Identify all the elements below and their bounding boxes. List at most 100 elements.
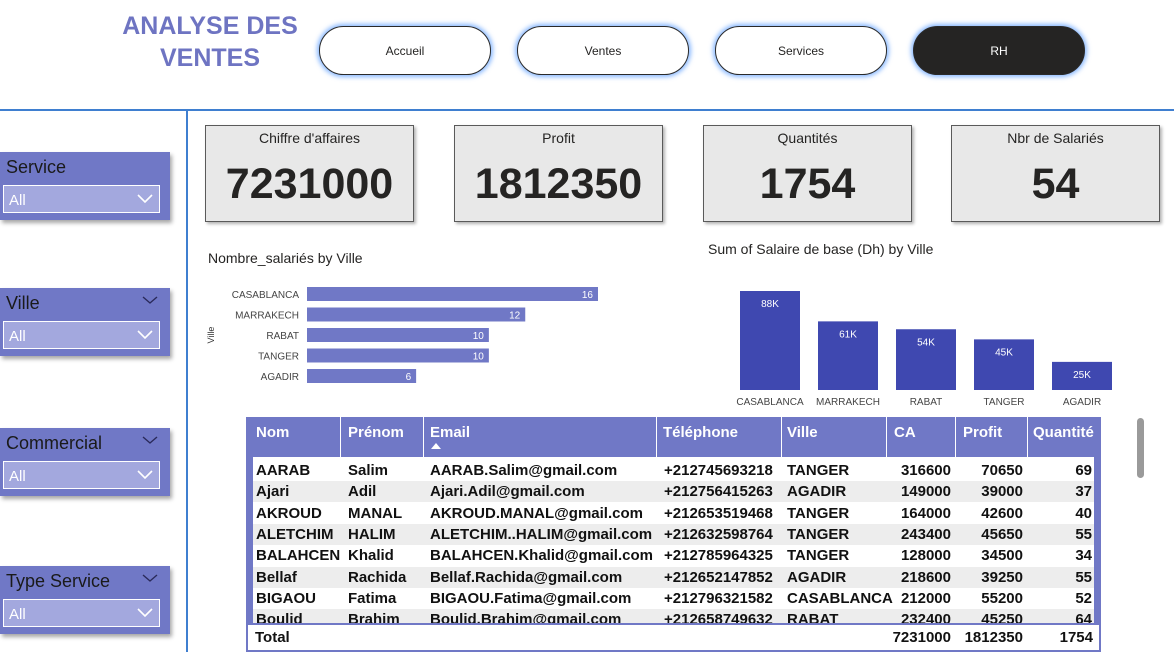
- x-tick-label: MARRAKECH: [816, 397, 880, 408]
- cell-nom: AARAB: [256, 462, 311, 479]
- table-row[interactable]: ALETCHIM HALIM ALETCHIM..HALIM@gmail.com +2…: [253, 523, 1094, 545]
- cell-nom: Boulid: [256, 611, 303, 623]
- x-tick-label: RABAT: [910, 397, 943, 408]
- chevron-down-icon[interactable]: [142, 294, 158, 306]
- cell-email: BIGAOU.Fatima@gmail.com: [430, 589, 632, 607]
- slicer-label: Ville: [6, 293, 40, 313]
- kpi-title: Chiffre d'affaires: [259, 130, 360, 146]
- table-body[interactable]: AARAB Salim AARAB.Salim@gmail.com +21274569…: [253, 457, 1094, 623]
- slicer-commercial-dropdown[interactable]: All: [3, 461, 160, 489]
- sidebar-divider: [186, 110, 188, 652]
- cell-ville: AGADIR: [787, 483, 847, 501]
- cell-profit: 70650: [981, 462, 1023, 479]
- y-tick-label: TANGER: [258, 352, 299, 363]
- total-ca: 7231000: [892, 629, 951, 646]
- bar: [307, 369, 417, 383]
- cell-ville: CASABLANCA: [787, 589, 893, 607]
- cell-email: ALETCHIM..HALIM@gmail.com: [430, 525, 653, 543]
- kpi-value: 1812350: [474, 160, 643, 208]
- bar: [307, 307, 526, 322]
- table-row[interactable]: AARAB Salim AARAB.Salim@gmail.com +21274569…: [253, 460, 1094, 481]
- cell-prenom: Rachida: [348, 568, 407, 586]
- data-label: 61K: [839, 329, 857, 340]
- cell-quantite: 55: [1075, 525, 1092, 543]
- table-row[interactable]: AKROUD MANAL AKROUD.MANAL@gmail.com +212653…: [253, 503, 1094, 524]
- column-divider: [423, 417, 424, 457]
- cell-telephone: +212756415263: [664, 483, 773, 501]
- data-label: 25K: [1073, 370, 1091, 381]
- column-divider: [1027, 417, 1028, 457]
- cell-telephone: +212785964325: [664, 547, 773, 565]
- column-divider: [340, 417, 341, 457]
- cell-ca: 149000: [900, 483, 951, 501]
- cell-email: BALAHCEN.Khalid@gmail.com: [430, 547, 653, 565]
- table-scrollbar[interactable]: [1137, 418, 1144, 478]
- cell-ca: 128000: [900, 547, 951, 565]
- cell-email: Ajari.Adil@gmail.com: [430, 483, 585, 501]
- cell-ca: 218600: [900, 568, 951, 586]
- cell-prenom: Salim: [348, 462, 389, 479]
- cell-ca: 243400: [900, 525, 951, 543]
- kpi-card-profit: Profit 1812350: [454, 125, 663, 222]
- column-header-profit[interactable]: Profit: [963, 424, 1002, 441]
- table-row[interactable]: BALAHCEN Khalid BALAHCEN.Khalid@gmail.com +…: [253, 545, 1094, 566]
- cell-ville: RABAT: [787, 611, 839, 623]
- table-row[interactable]: Ajari Adil Ajari.Adil@gmail.com +2127564152…: [253, 481, 1094, 503]
- column-header-ca[interactable]: CA: [894, 424, 916, 441]
- table-row[interactable]: Boulid Brahim Boulid.Brahim@gmail.com +2126…: [253, 609, 1094, 623]
- column-header-quantite[interactable]: Quantité: [1033, 424, 1094, 441]
- table-row[interactable]: Bellaf Rachida Bellaf.Rachida@gmail.com +21…: [253, 566, 1094, 588]
- chevron-down-icon: [137, 608, 153, 618]
- chevron-down-icon[interactable]: [142, 434, 158, 446]
- cell-profit: 34500: [981, 547, 1023, 565]
- cell-quantite: 40: [1075, 504, 1092, 522]
- column-header-ville[interactable]: Ville: [787, 424, 818, 441]
- slicer-service: Service All: [0, 152, 170, 220]
- data-label: 45K: [995, 347, 1013, 358]
- nav-button-rh[interactable]: RH: [913, 26, 1085, 75]
- cell-quantite: 69: [1075, 462, 1092, 479]
- kpi-title: Nbr de Salariés: [1007, 130, 1104, 146]
- data-label: 54K: [917, 337, 935, 348]
- table-row[interactable]: BIGAOU Fatima BIGAOU.Fatima@gmail.com +2127…: [253, 588, 1094, 609]
- cell-nom: Ajari: [256, 483, 290, 501]
- nav-button-services[interactable]: Services: [715, 26, 887, 75]
- cell-quantite: 64: [1075, 611, 1092, 623]
- data-label: 6: [406, 372, 412, 383]
- data-label: 16: [582, 290, 594, 301]
- cell-quantite: 34: [1075, 547, 1092, 565]
- column-divider: [955, 417, 956, 457]
- column-divider: [781, 417, 782, 457]
- page-title: ANALYSE DES VENTES: [122, 12, 298, 72]
- slicer-label: Type Service: [6, 571, 111, 591]
- slicer-ville-dropdown[interactable]: All: [3, 321, 160, 349]
- cell-telephone: +212658749632: [664, 611, 773, 623]
- x-tick-label: CASABLANCA: [736, 397, 804, 408]
- cell-prenom: Khalid: [348, 547, 394, 565]
- x-tick-label: AGADIR: [1063, 397, 1101, 408]
- y-tick-label: AGADIR: [261, 372, 299, 383]
- cell-prenom: Fatima: [348, 589, 397, 607]
- column-header-prenom[interactable]: Prénom: [348, 424, 404, 441]
- nav-button-ventes[interactable]: Ventes: [517, 26, 689, 75]
- slicer-service-dropdown[interactable]: All: [3, 185, 160, 213]
- cell-telephone: +212653519468: [664, 504, 773, 522]
- chevron-down-icon[interactable]: [142, 572, 158, 584]
- x-tick-label: TANGER: [984, 397, 1025, 408]
- slicer-value: All: [9, 468, 26, 485]
- cell-nom: BALAHCEN: [256, 547, 341, 565]
- column-header-email[interactable]: Email: [430, 424, 470, 441]
- chart-salaries-by-ville: Ville CASABLANCA 16 MARRAKECH 12 RABAT 10 TANGE…: [206, 287, 598, 383]
- bar: [307, 348, 489, 363]
- kpi-value: 1754: [759, 160, 856, 208]
- slicer-value: All: [9, 328, 26, 345]
- data-label: 10: [473, 331, 485, 342]
- cell-profit: 39250: [981, 568, 1023, 586]
- cell-nom: Bellaf: [256, 568, 297, 586]
- cell-ville: TANGER: [787, 525, 850, 543]
- nav-button-accueil[interactable]: Accueil: [319, 26, 491, 75]
- column-header-telephone[interactable]: Téléphone: [663, 424, 738, 441]
- slicer-type-service-dropdown[interactable]: All: [3, 599, 160, 627]
- y-tick-label: CASABLANCA: [232, 290, 300, 301]
- column-header-nom[interactable]: Nom: [256, 424, 289, 441]
